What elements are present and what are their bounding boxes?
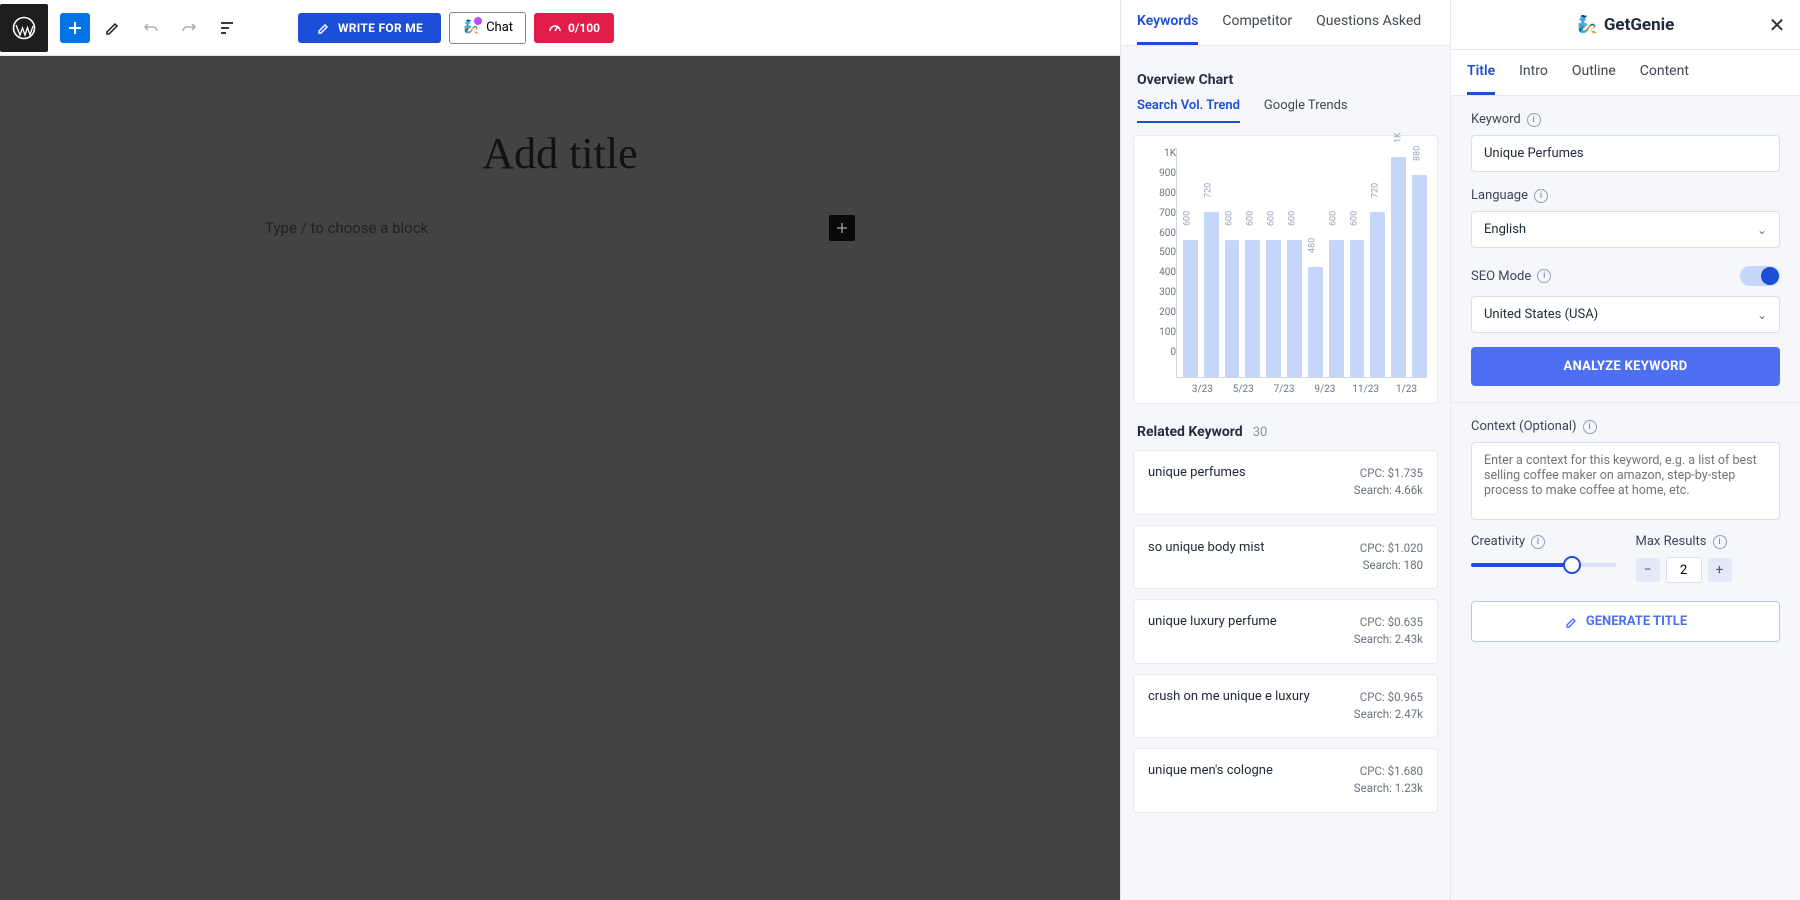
outline-icon[interactable]	[212, 13, 242, 43]
related-count: 30	[1253, 425, 1268, 440]
context-label: Context (Optional)i	[1451, 419, 1800, 442]
kw-text: crush on me unique e luxury	[1148, 689, 1310, 724]
info-icon[interactable]: i	[1713, 535, 1727, 549]
stepper-minus[interactable]: −	[1636, 558, 1660, 582]
keyword-tabs: Keywords Competitor Questions Asked	[1121, 0, 1450, 46]
keyword-input[interactable]	[1471, 135, 1780, 172]
subtab-search-vol[interactable]: Search Vol. Trend	[1137, 98, 1240, 123]
related-title: Related Keyword	[1137, 424, 1243, 440]
kw-meta: CPC: $1.680Search: 1.23k	[1354, 763, 1423, 798]
kw-meta: CPC: $0.635Search: 2.43k	[1354, 614, 1423, 649]
chart-subtabs: Search Vol. Trend Google Trends	[1121, 98, 1450, 123]
tab-intro[interactable]: Intro	[1519, 50, 1548, 95]
keyword-panel: Keywords Competitor Questions Asked Over…	[1121, 0, 1451, 900]
country-select[interactable]: United States (USA) ⌄	[1471, 296, 1780, 333]
language-select[interactable]: English ⌄	[1471, 211, 1780, 248]
overview-chart-title: Overview Chart	[1121, 56, 1450, 98]
max-results-label: Max Resultsi	[1636, 534, 1781, 549]
info-icon[interactable]: i	[1537, 269, 1551, 283]
generate-title-button[interactable]: GENERATE TITLE	[1471, 601, 1780, 642]
modal-overlay	[0, 56, 1120, 900]
chart-bars: 6007206006006006004806006007201K880	[1176, 148, 1427, 378]
write-for-me-label: WRITE FOR ME	[338, 21, 423, 35]
related-keyword-card[interactable]: so unique body mist CPC: $1.020Search: 18…	[1133, 525, 1438, 590]
editor-canvas: Add title Type / to choose a block	[0, 56, 1120, 900]
seo-score-button[interactable]: 0/100	[534, 13, 614, 43]
tab-outline[interactable]: Outline	[1572, 50, 1616, 95]
info-icon[interactable]: i	[1527, 113, 1541, 127]
chevron-down-icon: ⌄	[1757, 223, 1767, 237]
kw-meta: CPC: $0.965Search: 2.47k	[1354, 689, 1423, 724]
tab-keywords[interactable]: Keywords	[1137, 0, 1198, 45]
tab-content[interactable]: Content	[1640, 50, 1689, 95]
related-keyword-card[interactable]: unique perfumes CPC: $1.735Search: 4.66k	[1133, 450, 1438, 515]
related-keyword-card[interactable]: unique luxury perfume CPC: $0.635Search: …	[1133, 599, 1438, 664]
tab-questions[interactable]: Questions Asked	[1316, 0, 1421, 45]
tab-competitor[interactable]: Competitor	[1222, 0, 1292, 45]
kw-text: unique men's cologne	[1148, 763, 1273, 798]
kw-text: so unique body mist	[1148, 540, 1264, 575]
wordpress-logo-icon[interactable]	[0, 4, 48, 52]
max-results-stepper: − +	[1636, 557, 1781, 583]
kw-text: unique luxury perfume	[1148, 614, 1277, 649]
language-label: Languagei	[1451, 172, 1800, 211]
edit-icon[interactable]	[98, 13, 128, 43]
add-block-toolbar-button[interactable]	[60, 13, 90, 43]
related-keyword-card[interactable]: crush on me unique e luxury CPC: $0.965Se…	[1133, 674, 1438, 739]
genie-icon: 🧞	[1577, 15, 1598, 35]
related-keyword-card[interactable]: unique men's cologne CPC: $1.680Search: 1…	[1133, 748, 1438, 813]
chevron-down-icon: ⌄	[1757, 308, 1767, 322]
analyze-keyword-button[interactable]: ANALYZE KEYWORD	[1471, 347, 1780, 386]
kw-text: unique perfumes	[1148, 465, 1246, 500]
seo-score-label: 0/100	[568, 21, 600, 35]
chat-button[interactable]: 🧞 Chat	[449, 12, 526, 44]
chart-y-axis: 1K9008007006005004003002001000	[1144, 148, 1176, 378]
keyword-label: Keywordi	[1451, 96, 1800, 135]
chat-label: Chat	[486, 20, 513, 35]
seo-mode-toggle[interactable]	[1740, 266, 1780, 286]
kw-meta: CPC: $1.020Search: 180	[1360, 540, 1423, 575]
kw-meta: CPC: $1.735Search: 4.66k	[1354, 465, 1423, 500]
undo-icon[interactable]	[136, 13, 166, 43]
seo-mode-label: SEO Modei	[1471, 269, 1551, 284]
stepper-plus[interactable]: +	[1708, 558, 1732, 582]
editor-toolbar: WRITE FOR ME 🧞 Chat 0/100	[0, 0, 1120, 56]
context-textarea[interactable]	[1471, 442, 1780, 520]
genie-panels: Keywords Competitor Questions Asked Over…	[1120, 0, 1800, 900]
genie-chat-icon: 🧞	[462, 19, 480, 37]
editor-area: WRITE FOR ME 🧞 Chat 0/100 Add title Type…	[0, 0, 1120, 900]
creativity-label: Creativityi	[1471, 534, 1616, 549]
info-icon[interactable]: i	[1583, 420, 1597, 434]
max-results-input[interactable]	[1666, 557, 1702, 583]
tab-title[interactable]: Title	[1467, 50, 1495, 95]
write-for-me-button[interactable]: WRITE FOR ME	[298, 13, 441, 43]
generate-panel: 🧞 GetGenie ✕ Title Intro Outline Content…	[1451, 0, 1800, 900]
overview-chart: 1K9008007006005004003002001000 600720600…	[1133, 135, 1438, 404]
generate-tabs: Title Intro Outline Content	[1451, 50, 1800, 96]
subtab-google-trends[interactable]: Google Trends	[1264, 98, 1348, 123]
related-keyword-header: Related Keyword 30	[1121, 404, 1450, 450]
info-icon[interactable]: i	[1534, 189, 1548, 203]
related-keyword-list: unique perfumes CPC: $1.735Search: 4.66k s…	[1121, 450, 1450, 823]
panel-header: 🧞 GetGenie ✕	[1451, 0, 1800, 50]
getgenie-logo: 🧞 GetGenie	[1577, 15, 1675, 35]
creativity-slider[interactable]	[1471, 563, 1616, 567]
redo-icon[interactable]	[174, 13, 204, 43]
close-icon[interactable]: ✕	[1766, 14, 1788, 36]
chart-x-axis: 3/235/237/239/2311/231/23	[1144, 378, 1427, 395]
info-icon[interactable]: i	[1531, 535, 1545, 549]
